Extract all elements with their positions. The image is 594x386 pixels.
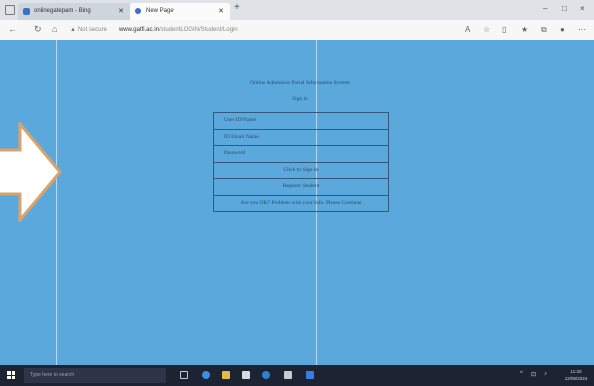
browser-tab-strip: onlinegatepam - Bing ✕ New Page ✕ + – □ … (0, 0, 594, 20)
page-subtitle: Sign in (292, 96, 308, 102)
tab-label: onlinegatepam - Bing (34, 8, 91, 14)
user-id-field[interactable]: User ID/Name (214, 113, 388, 130)
taskbar-clock[interactable]: 11:20 12/05/2024 (561, 368, 591, 382)
taskbar: Type here to search ^ ⊡ ♪ 11:20 12/05/20… (0, 365, 594, 386)
password-field[interactable]: Password (214, 146, 388, 163)
clock-date: 12/05/2024 (564, 376, 588, 381)
email-field[interactable]: ID Email Name (214, 130, 388, 146)
app-icon[interactable] (306, 371, 314, 379)
tray-chevron-icon[interactable]: ^ (520, 371, 523, 377)
maximize-button[interactable]: □ (562, 4, 567, 13)
address-bar-row: ← ↻ ⌂ ▲ Not secure www.gatfi.ac.in/student… (0, 20, 594, 41)
favorites-add-icon[interactable]: ☆ (483, 25, 490, 34)
refresh-icon[interactable]: ↻ (34, 24, 42, 35)
split-screen-icon[interactable]: ▯ (502, 25, 506, 34)
tab-new-page[interactable]: New Page ✕ (130, 3, 230, 20)
right-arrow-icon (0, 122, 62, 222)
taskbar-search-input[interactable]: Type here to search (24, 368, 166, 383)
edge-browser-icon[interactable] (202, 371, 210, 379)
login-form: User ID/Name ID Email Name Password Clic… (213, 112, 389, 212)
more-menu-icon[interactable]: ⋯ (578, 25, 586, 34)
minimize-button[interactable]: – (543, 4, 547, 13)
favorites-icon[interactable]: ★ (521, 25, 528, 34)
page-favicon-icon (135, 8, 141, 14)
new-tab-button[interactable]: + (234, 2, 240, 13)
register-button[interactable]: Register Student (214, 179, 388, 196)
profile-icon[interactable]: ● (560, 25, 565, 34)
tab-bing[interactable]: onlinegatepam - Bing ✕ (18, 3, 130, 20)
home-icon[interactable]: ⌂ (52, 24, 57, 34)
app-icon[interactable] (262, 371, 270, 379)
close-tab-icon[interactable]: ✕ (218, 3, 224, 20)
store-icon[interactable] (242, 371, 250, 379)
back-icon[interactable]: ← (8, 24, 17, 34)
file-explorer-icon[interactable] (222, 371, 230, 379)
help-link[interactable]: Are you OK? Problem with your Info. Plea… (214, 196, 388, 212)
close-tab-icon[interactable]: ✕ (118, 3, 124, 20)
login-button[interactable]: Click to Sign In (214, 163, 388, 179)
app-icon[interactable] (284, 371, 292, 379)
url-field[interactable]: ▲ Not secure www.gatfi.ac.in/studentLOGIN/… (70, 24, 440, 36)
windows-start-icon[interactable] (7, 371, 15, 379)
read-aloud-icon[interactable]: A (465, 25, 470, 34)
tab-actions-icon[interactable] (5, 5, 15, 15)
collections-icon[interactable]: ⧉ (541, 25, 547, 35)
close-window-button[interactable]: × (580, 4, 585, 13)
network-icon[interactable]: ⊡ (531, 371, 536, 378)
clock-time: 11:20 (570, 369, 582, 374)
security-label: Not secure (77, 27, 107, 33)
bing-favicon-icon (23, 8, 30, 15)
url-host: www.gatfi.ac.in (118, 27, 159, 33)
page-title: Online Admission Portal Information Syst… (250, 80, 350, 86)
tab-label: New Page (146, 8, 174, 14)
task-view-icon[interactable] (180, 371, 188, 379)
volume-icon[interactable]: ♪ (544, 371, 547, 377)
warning-icon: ▲ (70, 27, 76, 33)
url-path: /studentLOGIN/Student/Login (159, 27, 238, 33)
